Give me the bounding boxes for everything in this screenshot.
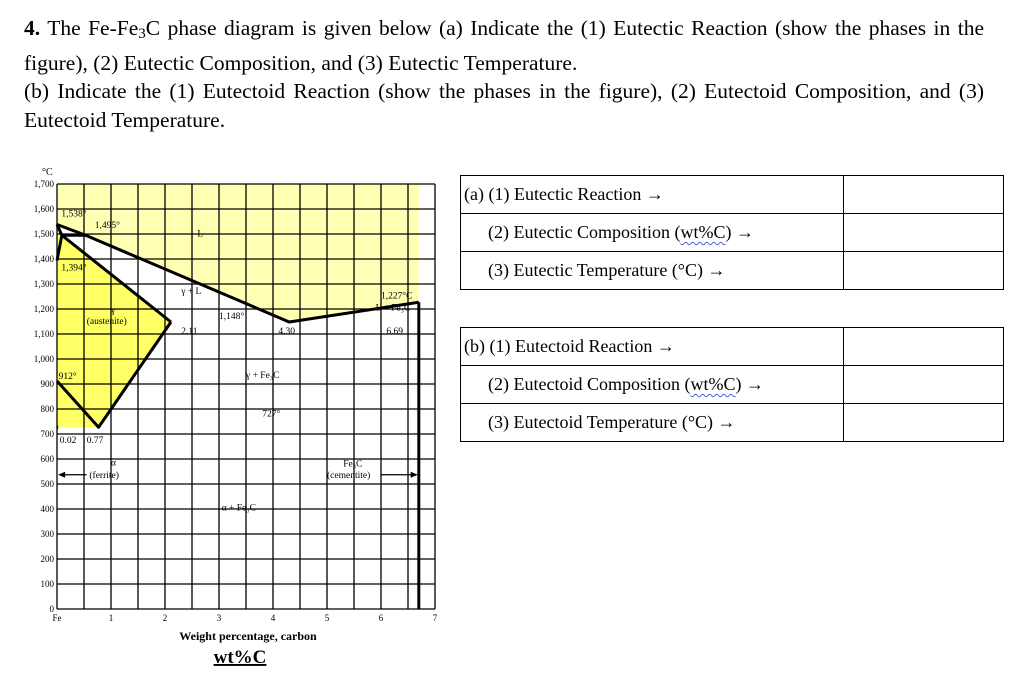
question-text: 4. The Fe-Fe3C phase diagram is given be… (24, 14, 984, 134)
x-tick-label: 1 (109, 613, 114, 623)
eutectoid-temperature-answer[interactable] (843, 403, 1004, 442)
eutectoid-point (97, 425, 101, 429)
x-tick-label: Fe (53, 613, 62, 623)
y-tick-label: 1,300 (34, 279, 55, 289)
annotation-label: L (197, 230, 203, 240)
y-tick-label: 300 (41, 529, 55, 539)
eutectic-temperature-label: (3) Eutectic Temperature (°C) → (460, 251, 844, 290)
annotation-label: (austenite) (87, 316, 127, 327)
eutectoid-temperature-label: (3) Eutectoid Temperature (°C) → (460, 403, 844, 442)
y-tick-label: 1,500 (34, 229, 55, 239)
annotation-label: α (111, 458, 116, 468)
y-tick-label: 800 (41, 404, 55, 414)
y-tick-label: 900 (41, 379, 55, 389)
y-tick-label: 100 (41, 579, 55, 589)
eutectic-answer-table: (a) (1) Eutectic Reaction → (2) Eutectic… (460, 175, 1004, 290)
cementite-arrow-head (410, 471, 418, 478)
eutectic-composition-label: (2) Eutectic Composition (wt%C) → (460, 213, 844, 252)
annotation-label: 1,227°C (381, 290, 413, 301)
eutectoid-reaction-answer[interactable] (843, 327, 1004, 366)
annotation-label: 1,495° (95, 220, 120, 231)
y-tick-label: 1,700 (34, 179, 55, 189)
eutectoid-answer-table: (b) (1) Eutectoid Reaction → (2) Eutecto… (460, 327, 1004, 442)
y-tick-label: 600 (41, 454, 55, 464)
annotation-label: 6.69 (386, 327, 403, 337)
y-tick-label: 200 (41, 554, 55, 564)
x-tick-label: 2 (163, 613, 168, 623)
eutectoid-composition-answer[interactable] (843, 365, 1004, 404)
question-number: 4. (24, 16, 41, 40)
annotation-label: L + Fe₃C (376, 303, 411, 313)
x-tick-label: 5 (325, 613, 330, 623)
y-tick-label: 1,100 (34, 329, 55, 339)
annotation-label: 2.11 (181, 327, 198, 337)
y-tick-label: 1,200 (34, 304, 55, 314)
y-tick-label: 400 (41, 504, 55, 514)
annotation-label: 0.02 (60, 436, 77, 446)
eutectic-composition-answer[interactable] (843, 213, 1004, 252)
y-tick-label: 1,000 (34, 354, 55, 364)
annotation-label: Fe₃C (343, 460, 362, 470)
y-tick-label: 1,400 (34, 254, 55, 264)
annotation-label: γ + Fe₃C (245, 371, 279, 381)
y-tick-label: 500 (41, 479, 55, 489)
annotation-label: 4.30 (278, 327, 295, 337)
x-axis-units: wt%C (214, 647, 267, 668)
question-part-a: 4. The Fe-Fe3C phase diagram is given be… (24, 16, 984, 75)
eutectic-reaction-answer[interactable] (843, 175, 1004, 214)
eutectoid-composition-label: (2) Eutectoid Composition (wt%C) → (460, 365, 844, 404)
eutectoid-reaction-label: (b) (1) Eutectoid Reaction → (460, 327, 844, 366)
x-tick-label: 3 (217, 613, 222, 623)
table-row: (2) Eutectoid Composition (wt%C) → (460, 365, 1004, 404)
annotation-label: γ + L (180, 287, 201, 297)
annotation-label: (ferrite) (89, 470, 119, 481)
y-axis-unit: °C (42, 167, 53, 178)
question-part-b: (b) Indicate the (1) Eutectoid Reaction … (24, 79, 984, 132)
table-row: (3) Eutectoid Temperature (°C) → (460, 403, 1004, 442)
y-tick-label: 1,600 (34, 204, 55, 214)
table-row: (3) Eutectic Temperature (°C) → (460, 251, 1004, 290)
annotation-label: 912° (59, 371, 77, 382)
annotation-label: γ (110, 306, 115, 316)
x-tick-label: 6 (379, 613, 384, 623)
ferrite-arrow-head (58, 471, 66, 478)
annotation-label: 1,394° (61, 262, 86, 273)
eutectic-temperature-answer[interactable] (843, 251, 1004, 290)
annotation-label: (cementite) (327, 470, 370, 481)
table-row: (2) Eutectic Composition (wt%C) → (460, 213, 1004, 252)
annotation-label: 1,538° (61, 209, 86, 220)
x-tick-label: 7 (433, 613, 438, 623)
y-tick-label: 700 (41, 429, 55, 439)
x-tick-label: 4 (271, 613, 276, 623)
fe-fe3c-phase-diagram: 01002003004005006007008009001,0001,1001,… (34, 167, 438, 668)
table-row: (a) (1) Eutectic Reaction → (460, 175, 1004, 214)
eutectic-point (287, 320, 291, 324)
eutectic-reaction-label: (a) (1) Eutectic Reaction → (460, 175, 844, 214)
annotation-label: α + Fe₃C (222, 503, 256, 513)
table-row: (b) (1) Eutectoid Reaction → (460, 327, 1004, 366)
annotation-label: 0.77 (87, 436, 104, 446)
annotation-label: 727° (262, 409, 280, 420)
x-axis-label: Weight percentage, carbon (179, 629, 317, 643)
annotation-label: 1,148° (219, 311, 244, 322)
